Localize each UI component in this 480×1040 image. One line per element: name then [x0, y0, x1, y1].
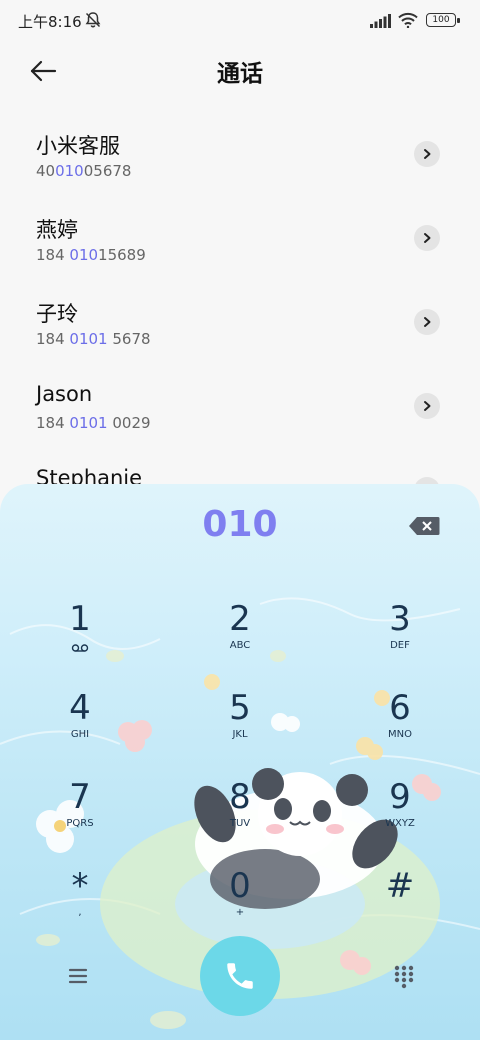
key-digit: 1 [69, 599, 91, 639]
status-bar: 上午8:16 100 [0, 0, 480, 40]
call-button[interactable] [200, 936, 280, 1016]
key-digit: 4 [69, 688, 91, 728]
key-digit: 8 [229, 777, 251, 817]
key-letters: GHI [70, 729, 90, 740]
key-letters: MNO [388, 729, 412, 740]
contact-number: 184 0101 0029 [36, 414, 151, 432]
chevron-right-icon [424, 401, 431, 411]
key-digit: 9 [389, 777, 411, 817]
key-digit: 0 [229, 866, 251, 906]
detail-button[interactable] [414, 225, 440, 251]
dialpad-panel: 010 1 2 ABC 3 DEF 4 GHI 5 JKL 6 MNO 7 PQ… [0, 484, 480, 1040]
key-digit: # [385, 866, 415, 906]
backspace-icon[interactable] [408, 516, 440, 536]
list-item[interactable]: Jason 184 0101 0029 [0, 368, 480, 452]
chevron-right-icon [424, 233, 431, 243]
key-letters: PQRS [66, 818, 94, 829]
key-letters: + [235, 907, 245, 918]
key-letters: ABC [229, 640, 251, 651]
key-letters: TUV [229, 818, 251, 829]
list-item[interactable]: 燕婷 184 01015689 [0, 200, 480, 284]
key-digit: 3 [389, 599, 411, 639]
key-9[interactable]: 9 WXYZ [340, 778, 460, 858]
key-2[interactable]: 2 ABC [180, 600, 300, 680]
key-5[interactable]: 5 JKL [180, 689, 300, 769]
page-title: 通话 [217, 61, 263, 87]
key-letters: JKL [232, 729, 248, 740]
chevron-right-icon [424, 317, 431, 327]
signal-icon [370, 14, 391, 28]
key-digit: 7 [69, 777, 91, 817]
list-item[interactable]: 子玲 184 0101 5678 [0, 284, 480, 368]
key-4[interactable]: 4 GHI [20, 689, 140, 769]
battery-indicator: 100 [426, 13, 456, 27]
battery-cap [457, 18, 460, 23]
contact-name: Jason [36, 382, 93, 406]
detail-button[interactable] [414, 393, 440, 419]
contact-list: 小米客服 4001005678 燕婷 184 01015689 子玲 184 0… [0, 116, 480, 536]
phone-icon [227, 963, 253, 989]
voicemail-icon [71, 644, 89, 652]
key-1[interactable]: 1 [20, 600, 140, 680]
chevron-right-icon [424, 149, 431, 159]
status-time: 上午8:16 [18, 13, 82, 31]
key-digit: 2 [229, 599, 251, 639]
contact-name: 子玲 [36, 302, 78, 326]
contact-number: 4001005678 [36, 162, 132, 180]
contact-name: 燕婷 [36, 218, 78, 242]
wifi-icon [398, 12, 418, 28]
key-3[interactable]: 3 DEF [340, 600, 460, 680]
contact-name: 小米客服 [36, 134, 120, 158]
key-letters: DEF [390, 640, 410, 651]
key-digit: * [71, 866, 89, 906]
contact-number: 184 01015689 [36, 246, 146, 264]
battery-level: 100 [432, 15, 450, 25]
key-8[interactable]: 8 TUV [180, 778, 300, 858]
keypad-icon[interactable] [390, 962, 418, 990]
key-digit: 5 [229, 688, 251, 728]
key-7[interactable]: 7 PQRS [20, 778, 140, 858]
key-letters: , [78, 907, 82, 918]
bell-muted-icon [85, 12, 101, 28]
key-digit: 6 [389, 688, 411, 728]
detail-button[interactable] [414, 141, 440, 167]
detail-button[interactable] [414, 309, 440, 335]
dialpad-actions [0, 934, 480, 1016]
list-item[interactable]: 小米客服 4001005678 [0, 116, 480, 200]
menu-icon[interactable] [64, 964, 92, 988]
key-letters: WXYZ [385, 818, 415, 829]
header: 通话 [0, 50, 480, 90]
key-6[interactable]: 6 MNO [340, 689, 460, 769]
contact-number: 184 0101 5678 [36, 330, 151, 348]
